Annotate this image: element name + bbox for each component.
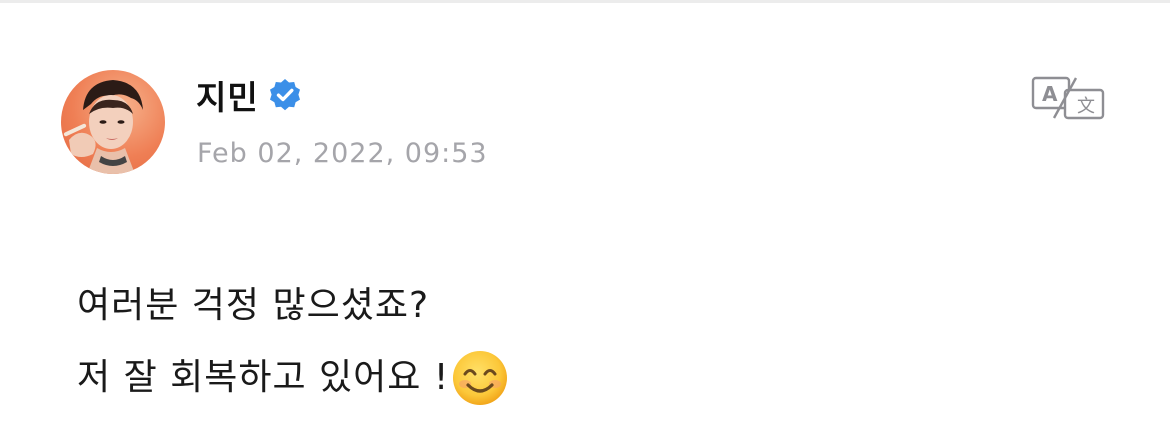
- author-row: 지민: [196, 72, 303, 118]
- top-divider: [0, 0, 1170, 3]
- svg-text:文: 文: [1077, 96, 1095, 117]
- translate-button[interactable]: A 文: [1028, 74, 1108, 122]
- smiling-face-emoji-icon: [453, 351, 508, 405]
- post-text-line-2-text: 저 잘 회복하고 있어요 !: [77, 357, 450, 398]
- translate-icon: A 文: [1031, 76, 1105, 120]
- post-text-line-2: 저 잘 회복하고 있어요 !: [77, 342, 509, 414]
- svg-text:A: A: [1042, 82, 1058, 106]
- verified-badge-icon: [269, 79, 300, 111]
- post-text-line-1: 여러분 걱정 많으셨죠?: [77, 285, 430, 326]
- post-body: 여러분 걱정 많으셨죠? 저 잘 회복하고 있어요 !: [77, 270, 509, 414]
- avatar-portrait-icon: [63, 80, 143, 174]
- post-timestamp: Feb 02, 2022, 09:53: [197, 138, 488, 169]
- author-avatar[interactable]: [61, 70, 165, 174]
- author-name[interactable]: 지민: [196, 71, 259, 119]
